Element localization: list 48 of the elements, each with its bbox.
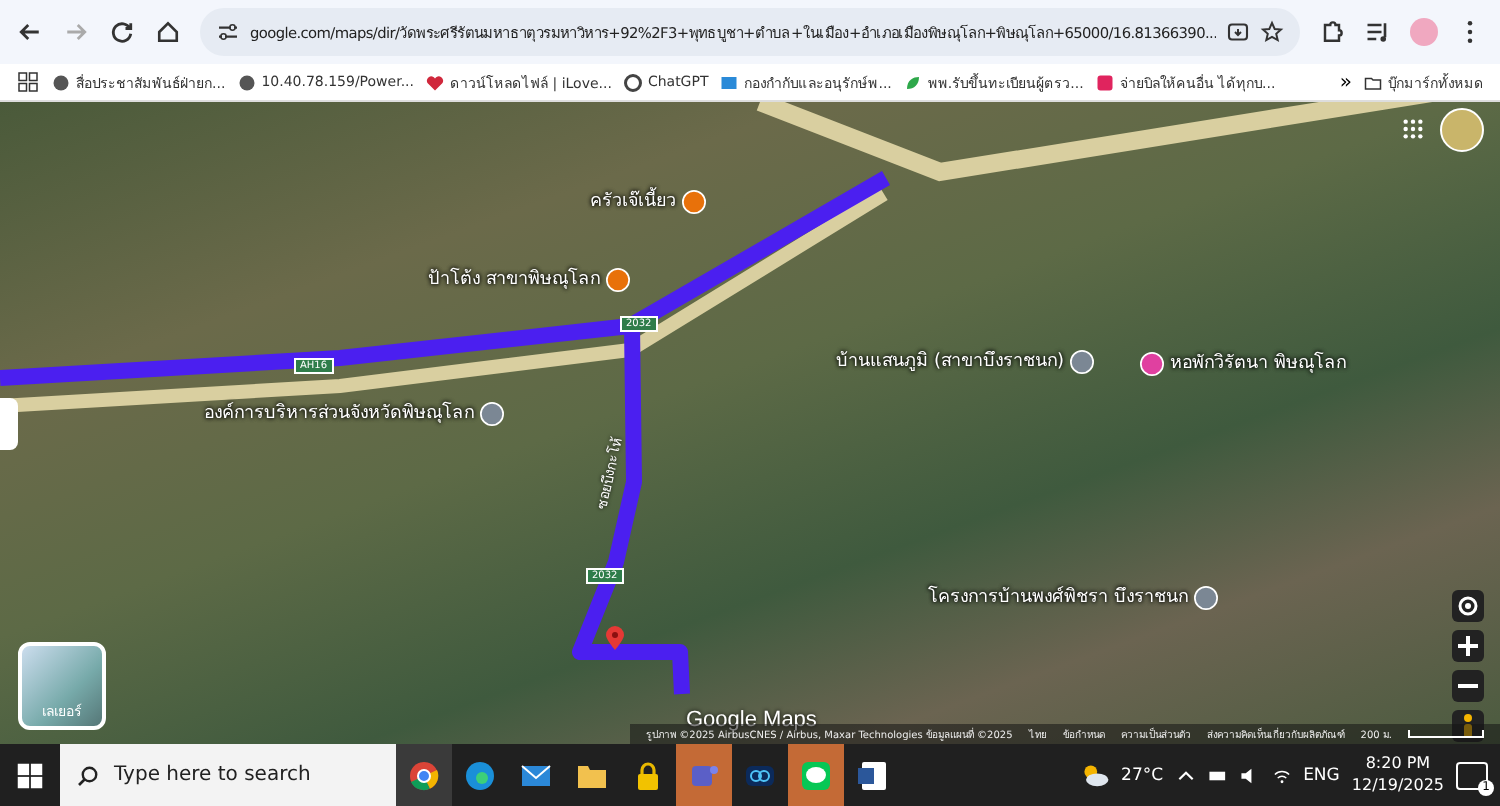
ring-icon [623,73,642,91]
zoom-in-icon[interactable] [1452,630,1484,662]
heart-icon [426,73,445,91]
hotel-pin-icon[interactable] [1140,352,1164,376]
input-language[interactable]: ENG [1303,765,1340,785]
pegman-icon[interactable] [1452,710,1484,742]
leaf-icon [903,73,922,91]
place-pin-icon[interactable] [480,402,504,426]
taskbar-search-field[interactable]: Type here to search [60,744,396,806]
clock[interactable]: 8:20 PM 12/19/2025 [1351,754,1444,796]
app-icon [1095,73,1114,91]
place-pin-icon[interactable] [1194,586,1218,610]
search-icon [76,763,100,787]
my-location-icon[interactable] [1452,590,1484,622]
restaurant-pin-icon[interactable] [682,190,706,214]
back-icon[interactable] [16,18,44,46]
map-logo: Google Maps [686,708,817,732]
home-icon[interactable] [154,18,182,46]
side-panel-toggle[interactable] [0,398,18,450]
reload-icon[interactable] [108,18,136,46]
zoom-out-icon[interactable] [1452,670,1484,702]
place-label[interactable]: องค์การบริหารส่วนจังหวัดพิษณุโลก [204,403,474,425]
install-app-icon[interactable] [1226,20,1250,44]
place-label[interactable]: หอพักวิรัตนา พิษณุโลก [1170,353,1346,375]
chrome-taskbar-icon[interactable] [396,744,452,806]
document-icon [720,73,739,91]
site-settings-icon[interactable] [216,20,240,44]
destination-pin-icon [606,626,624,650]
star-icon[interactable] [1260,20,1284,44]
place-pin-icon[interactable] [1070,350,1094,374]
satellite-map[interactable] [0,102,1500,744]
chat-taskbar-icon[interactable] [788,744,844,806]
extensions-icon[interactable] [1318,18,1346,46]
place-label[interactable]: โครงการบ้านพงศ์พิชรา บึงราชนก [928,587,1188,609]
apps-icon[interactable] [16,70,40,94]
place-label[interactable]: ครัวเจ๊เนี้ยว [590,191,676,213]
wifi-icon[interactable] [1271,765,1292,785]
media-icon[interactable] [1364,18,1392,46]
temperature-text[interactable]: 27°C [1121,765,1164,785]
account-avatar[interactable] [1440,108,1484,152]
place-label[interactable]: บ้านแสนภูมิ (สาขาบึงราชนก) [836,351,1064,373]
folder-icon [1364,73,1382,91]
more-bookmarks[interactable]: » [1339,71,1352,93]
restaurant-pin-icon[interactable] [606,268,630,292]
windows-start-icon[interactable] [16,761,44,789]
grid-icon[interactable] [1402,118,1424,140]
place-label[interactable]: ป้าโต้ง สาขาพิษณุโลก [428,269,600,291]
scale-bar [1408,730,1484,738]
